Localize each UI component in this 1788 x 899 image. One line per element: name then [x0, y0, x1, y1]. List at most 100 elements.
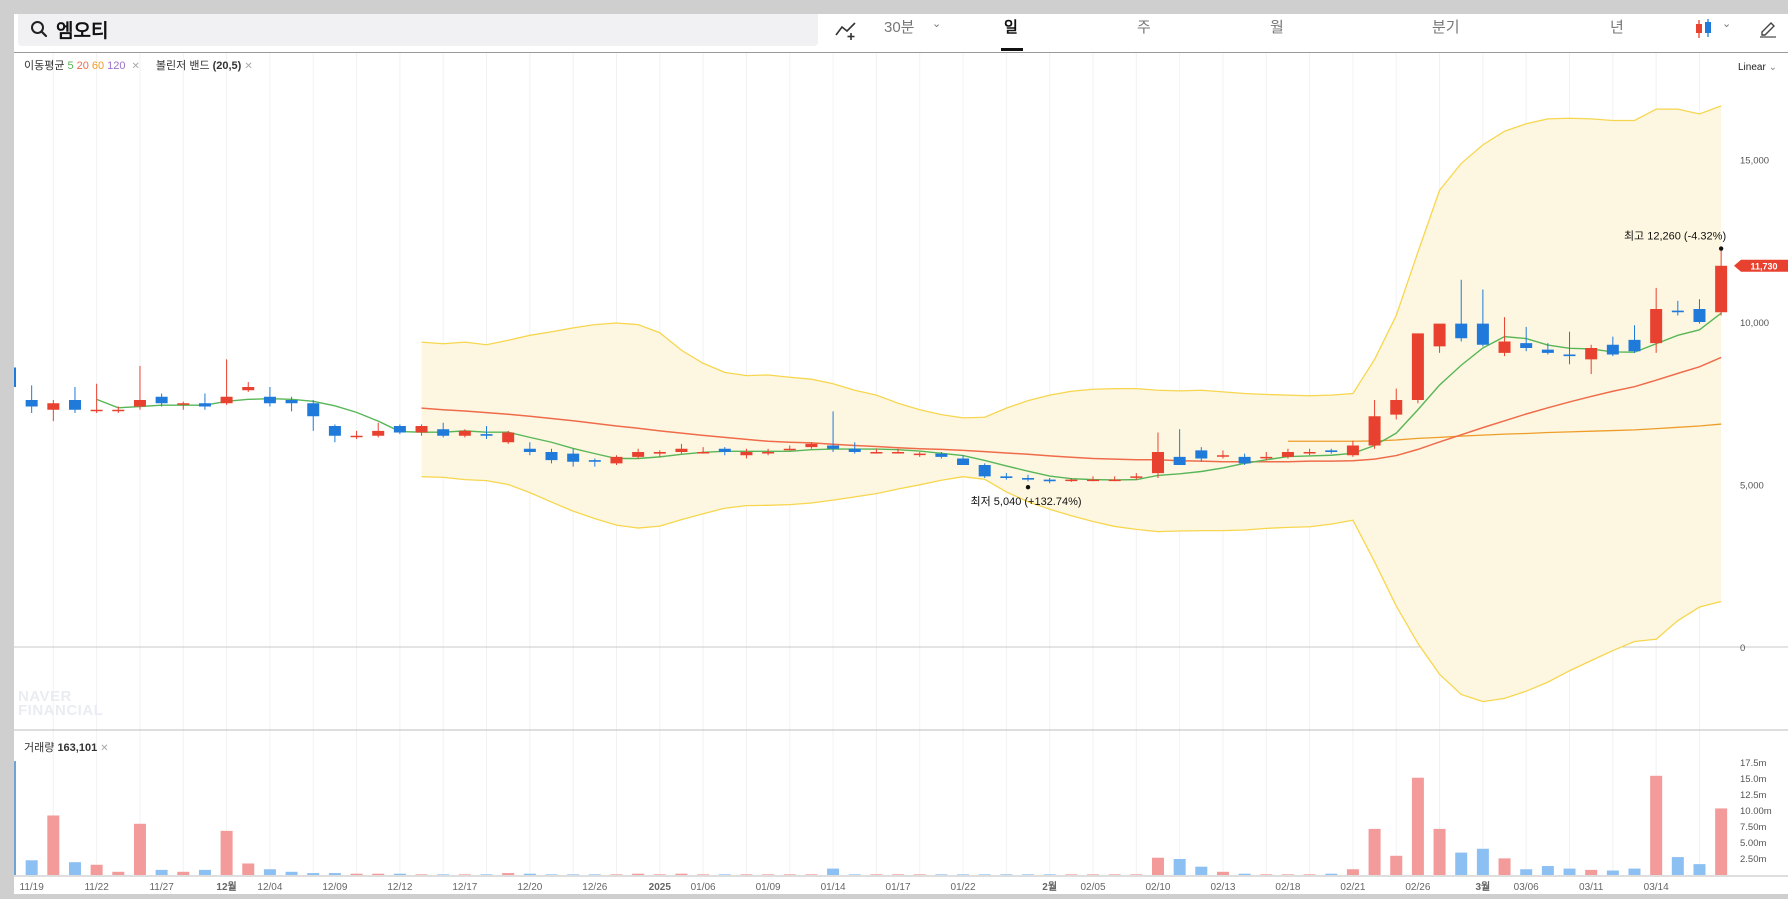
ma-5: 5 — [67, 60, 74, 72]
volume-bar — [870, 874, 883, 875]
volume-legend: 거래량 163,101 ✕ — [24, 739, 109, 755]
stock-search-box[interactable]: 엠오티 — [18, 14, 818, 46]
indicator-legend: 이동평균 5 20 60 120 ✕ 볼린저 밴드 (20,5) ✕ — [24, 57, 256, 73]
close-volume-icon[interactable]: ✕ — [100, 743, 108, 754]
candle-body — [1390, 400, 1403, 415]
candle-body — [913, 453, 926, 456]
candle-body — [827, 445, 840, 449]
volume-tick-label: 12.5m — [1740, 790, 1766, 801]
candle-body — [1585, 348, 1598, 360]
date-tick-label: 02/18 — [1275, 882, 1300, 893]
volume-bar — [1022, 874, 1035, 875]
candle-body — [523, 448, 536, 452]
volume-bar — [762, 874, 775, 875]
candle-body — [1433, 323, 1446, 347]
volume-bar — [848, 874, 861, 875]
volume-bar — [1411, 777, 1424, 875]
indicator-add-icon[interactable] — [834, 19, 858, 41]
tab-day[interactable]: 일 — [1004, 16, 1018, 37]
volume-bar — [827, 868, 840, 875]
candle-body — [653, 452, 666, 454]
tab-week[interactable]: 주 — [1137, 16, 1151, 37]
volume-bar — [1151, 857, 1164, 875]
candle-body — [610, 456, 623, 464]
volume-bar — [1238, 873, 1251, 875]
candle-body — [762, 452, 775, 454]
volume-bar — [567, 874, 580, 875]
date-tick-label: 02/05 — [1080, 882, 1105, 893]
candle-body — [1022, 478, 1035, 480]
interval-select[interactable]: 30분 — [884, 16, 915, 37]
volume-bar — [1260, 874, 1273, 875]
date-tick-label: 01/14 — [821, 882, 846, 893]
chevron-down-icon[interactable]: ⌄ — [932, 17, 941, 30]
bb-label: 볼린저 밴드 — [155, 60, 210, 72]
date-tick-label: 12/20 — [517, 882, 542, 893]
date-tick-label: 2월 — [1042, 881, 1057, 893]
volume-bar — [1390, 855, 1403, 875]
candle-body — [892, 452, 905, 454]
stock-chart[interactable]: 0 5,000 10,000 15,000 17.5m 15.0m 12.5m 10.00m 7… — [14, 14, 1788, 894]
volume-bar — [1498, 858, 1511, 875]
candle-body — [632, 452, 645, 457]
date-tick-label: 03/14 — [1644, 882, 1669, 893]
close-bb-icon[interactable]: ✕ — [244, 61, 252, 72]
candle-body — [242, 387, 255, 391]
volume-bar — [1628, 868, 1641, 875]
ma-label: 이동평균 — [24, 60, 65, 72]
pencil-icon[interactable] — [1758, 19, 1778, 39]
candle-body — [740, 452, 753, 456]
volume-bar — [610, 874, 623, 875]
volume-bar — [1303, 874, 1316, 875]
volume-bar — [480, 874, 493, 875]
candle-body — [1715, 265, 1728, 313]
candlestick-type-icon[interactable] — [1694, 18, 1716, 40]
volume-bar — [307, 873, 320, 875]
candle-body — [1455, 323, 1468, 339]
candle-body — [1151, 452, 1164, 474]
volume-bar — [328, 873, 341, 875]
date-tick-label: 02/21 — [1340, 882, 1365, 893]
date-tick-label: 02/26 — [1405, 882, 1430, 893]
volume-tick-label: 2.50m — [1740, 854, 1766, 865]
volume-bar — [14, 761, 16, 875]
candle-body — [47, 403, 60, 410]
close-ma-icon[interactable]: ✕ — [131, 61, 139, 72]
chevron-down-icon[interactable]: ⌄ — [1722, 17, 1731, 30]
candle-body — [220, 396, 233, 404]
low-marker — [1025, 485, 1031, 490]
volume-bar — [1585, 869, 1598, 875]
date-tick-label: 11/19 — [20, 882, 45, 893]
candle-body — [155, 396, 168, 404]
volume-bar — [1087, 874, 1099, 875]
candle-body — [1563, 354, 1576, 357]
candle-body — [1173, 456, 1186, 465]
date-tick-label: 12/26 — [582, 882, 607, 893]
candle-body — [14, 367, 16, 387]
volume-bar — [458, 874, 471, 875]
candle-body — [783, 448, 796, 451]
tab-year[interactable]: 년 — [1610, 16, 1624, 37]
date-tick-label: 11/22 — [84, 882, 109, 893]
candle-body — [25, 400, 38, 407]
volume-bar — [372, 873, 385, 875]
date-tick-label: 02/13 — [1210, 882, 1235, 893]
volume-bar — [133, 823, 146, 875]
tab-quarter[interactable]: 분기 — [1432, 16, 1460, 37]
search-icon[interactable] — [30, 20, 48, 38]
candle-body — [1000, 476, 1013, 478]
candle-body — [1260, 456, 1273, 459]
volume-bar — [502, 873, 515, 875]
volume-tick-label: 10.00m — [1740, 806, 1772, 817]
volume-bar — [1650, 775, 1663, 875]
scale-toggle[interactable]: Linear ⌄ — [1738, 62, 1777, 73]
candle-body — [1650, 309, 1663, 344]
candle-body — [1541, 349, 1554, 353]
candle-body — [848, 448, 861, 452]
candle-body — [675, 448, 688, 452]
volume-bar — [935, 874, 948, 875]
tab-month[interactable]: 월 — [1270, 16, 1284, 37]
stock-name[interactable]: 엠오티 — [56, 16, 108, 43]
candle-body — [90, 409, 103, 412]
chart-window: 0 5,000 10,000 15,000 17.5m 15.0m 12.5m 10.00m 7… — [14, 14, 1788, 894]
